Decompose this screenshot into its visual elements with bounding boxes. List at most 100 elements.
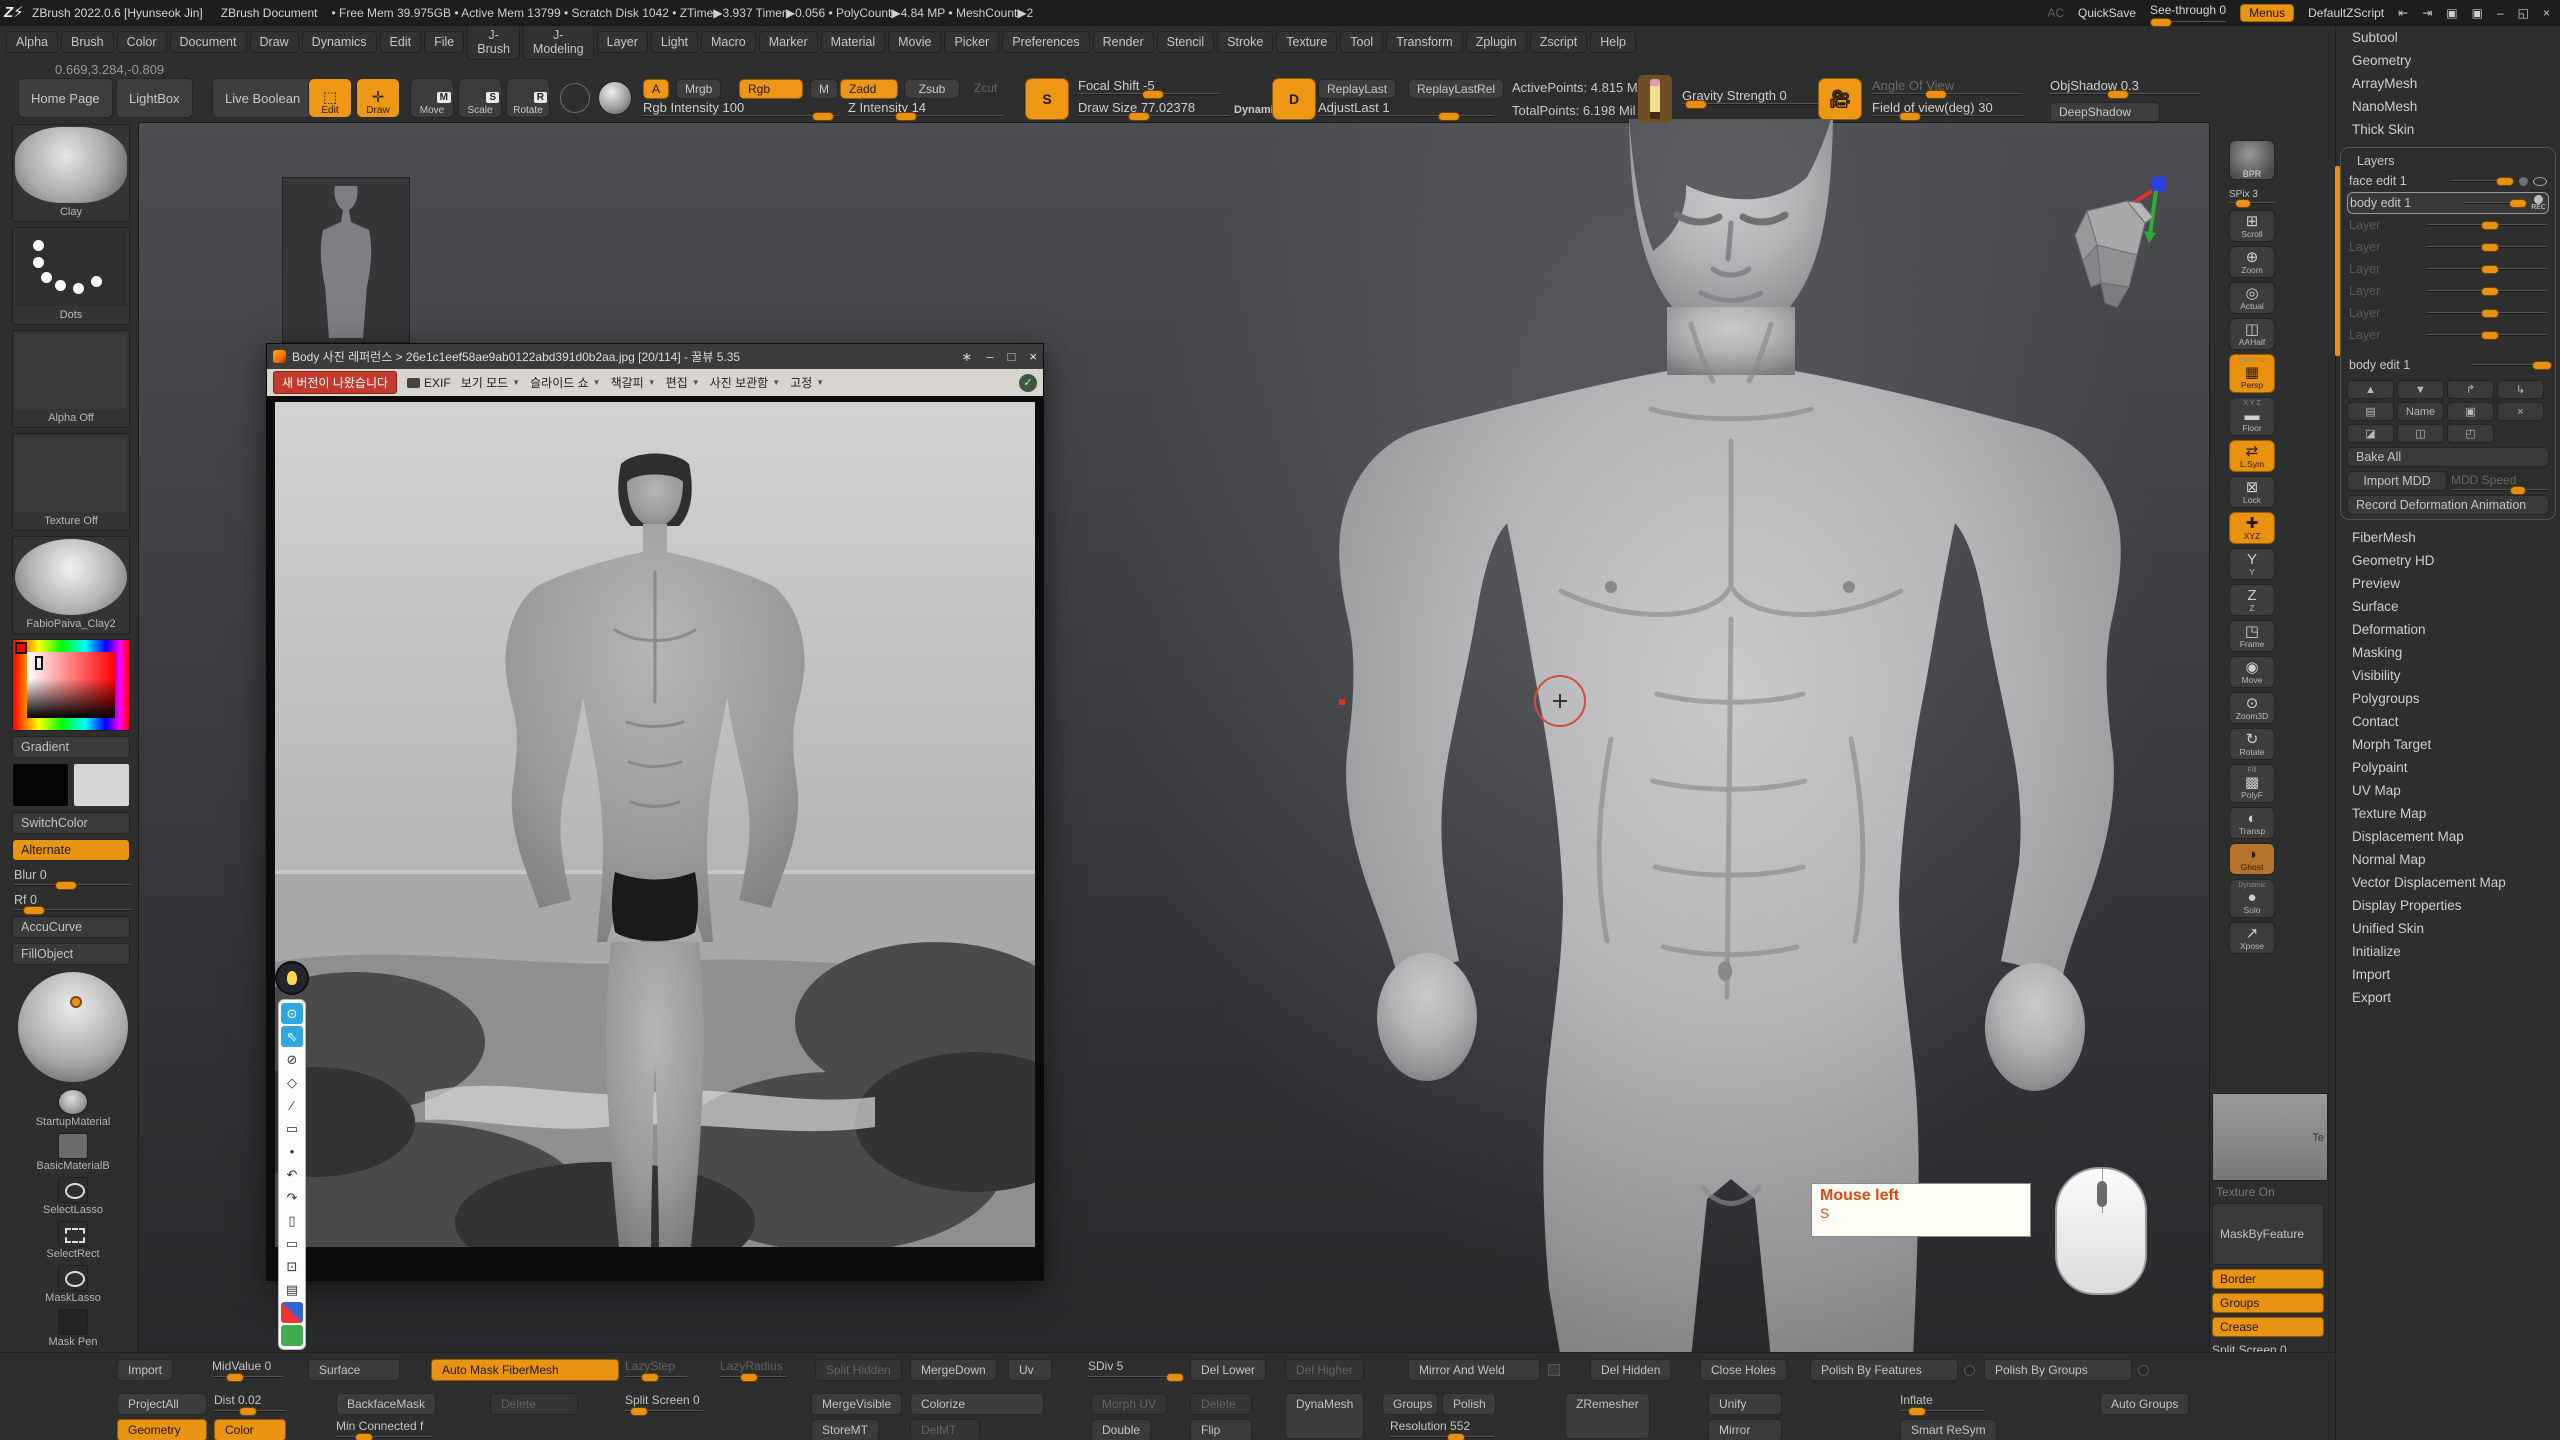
cursor-icon[interactable]: ⇖ xyxy=(281,1026,303,1047)
viewer-pin-icon[interactable]: ∗ xyxy=(961,349,972,365)
replay-last-rel-button[interactable]: ReplayLastRel xyxy=(1408,79,1504,99)
zoom[interactable]: ⊕ Zoom xyxy=(2229,246,2275,278)
texture-thumbnail[interactable]: Te xyxy=(2212,1093,2328,1181)
alpha-off[interactable]: Alpha Off xyxy=(12,330,130,428)
menu-item[interactable]: Layer xyxy=(597,31,648,53)
bpr-render-button[interactable]: BPR xyxy=(2229,140,2275,180)
tool-panel-section[interactable]: Deformation xyxy=(2336,618,2560,641)
image-viewer-window[interactable]: Body 사진 레퍼런스 > 26e1c1eef58ae9ab0122abd39… xyxy=(266,343,1044,1281)
viewer-titlebar[interactable]: Body 사진 레퍼런스 > 26e1c1eef58ae9ab0122abd39… xyxy=(267,344,1043,369)
tool-panel-section[interactable]: Polygroups xyxy=(2336,687,2560,710)
screenshot-camera-icon[interactable]: ⊡ xyxy=(281,1256,303,1277)
import[interactable]: Import xyxy=(117,1359,173,1381)
menu-item[interactable]: Help xyxy=(1590,31,1636,53)
tool-panel-section[interactable]: Preview xyxy=(2336,572,2560,595)
mergedown[interactable]: MergeDown xyxy=(910,1359,997,1381)
dots[interactable]: Dots xyxy=(12,227,130,325)
default-zscript-button[interactable]: DefaultZScript xyxy=(2308,6,2384,20)
menu-item[interactable]: Texture xyxy=(1276,31,1337,53)
layer-mode-icon[interactable] xyxy=(2519,177,2528,186)
actual[interactable]: ◎ Actual xyxy=(2229,282,2275,314)
tool-panel-section[interactable]: ArrayMesh xyxy=(2336,72,2560,95)
tool-panel-section[interactable]: Geometry xyxy=(2336,49,2560,72)
zoom3d[interactable]: ⊙ Zoom3D xyxy=(2229,692,2275,724)
lazystep[interactable]: LazyStep xyxy=(625,1359,687,1378)
tool-panel-section[interactable]: NanoMesh xyxy=(2336,95,2560,118)
layer-row-face[interactable]: face edit 1 xyxy=(2347,170,2549,192)
redo-icon[interactable]: ↷ xyxy=(281,1187,303,1208)
menu-item[interactable]: J-Brush xyxy=(467,24,520,60)
delete[interactable]: Delete xyxy=(1190,1393,1252,1415)
menu-item[interactable]: File xyxy=(424,31,464,53)
edit-mode-button[interactable]: ⬚Edit xyxy=(308,78,352,118)
current-material-icon[interactable] xyxy=(598,81,632,115)
tool-panel-section[interactable]: Unified Skin xyxy=(2336,917,2560,940)
startupmaterial[interactable]: StartupMaterial xyxy=(12,1089,134,1128)
crease-button[interactable]: Crease xyxy=(2212,1317,2324,1337)
m-button[interactable]: M xyxy=(810,79,838,99)
import-mdd-button[interactable]: Import MDD xyxy=(2347,471,2447,491)
transp[interactable]: ◐ Transp xyxy=(2229,807,2275,839)
layer-delete-button[interactable]: × xyxy=(2497,402,2544,421)
close-holes[interactable]: Close Holes xyxy=(1700,1359,1787,1381)
see-through-slider[interactable]: See-through 0 xyxy=(2150,3,2226,23)
menu-item[interactable]: Zscript xyxy=(1530,31,1588,53)
eye-icon[interactable]: ⊙ xyxy=(281,1003,303,1024)
polish[interactable]: Polish xyxy=(1442,1393,1496,1415)
gravity-strength-slider[interactable]: Gravity Strength 0 xyxy=(1682,88,1832,105)
bake-all-button[interactable]: Bake All xyxy=(2347,447,2549,467)
tool-panel-section[interactable]: FiberMesh xyxy=(2336,526,2560,549)
tool-panel-section[interactable]: Masking xyxy=(2336,641,2560,664)
camera-icon[interactable]: 🎥︎ xyxy=(1818,78,1862,120)
viewer-menu-item[interactable]: 사진 보관함▼ xyxy=(710,374,780,391)
layer-duplicate-button[interactable]: ▣ xyxy=(2447,402,2494,421)
solo[interactable]: Dynamic ● Solo xyxy=(2229,879,2275,918)
rotate-mode-button[interactable]: RRotate xyxy=(506,78,550,118)
primary-color-swatch[interactable] xyxy=(12,763,69,807)
pencil-icon[interactable]: ∕ xyxy=(281,1095,303,1116)
material-preview-sphere[interactable] xyxy=(18,972,128,1082)
spix-slider[interactable]: SPix 3 xyxy=(2229,184,2275,204)
close-button[interactable]: × xyxy=(2543,6,2550,20)
viewer-minimize-button[interactable]: – xyxy=(986,349,993,365)
tool-panel-section[interactable]: Subtool xyxy=(2336,26,2560,49)
xyz[interactable]: ✚ XYZ xyxy=(2229,512,2275,544)
dist-0-02[interactable]: Dist 0.02 xyxy=(214,1393,286,1412)
menu-item[interactable]: Draw xyxy=(250,31,299,53)
window-layout2-icon[interactable]: ▣ xyxy=(2472,6,2483,20)
viewer-menu-item[interactable]: 보기 모드▼ xyxy=(461,374,520,391)
zadd-button[interactable]: Zadd xyxy=(840,79,898,99)
gradient-button[interactable]: Gradient xyxy=(12,736,130,758)
tool-panel-section[interactable]: Import xyxy=(2336,963,2560,986)
undo-icon[interactable]: ↶ xyxy=(281,1164,303,1185)
layer-down-button[interactable]: ▼ xyxy=(2397,380,2444,399)
dynamic-draw-d-icon[interactable]: D xyxy=(1272,78,1316,120)
layer-row-empty[interactable]: Layer xyxy=(2347,280,2549,302)
restore-button[interactable]: ◱ xyxy=(2518,6,2529,20)
projectall[interactable]: ProjectAll xyxy=(117,1393,207,1415)
unify[interactable]: Unify xyxy=(1708,1393,1782,1415)
mask-by-feature-button[interactable]: MaskByFeature xyxy=(2212,1203,2324,1265)
inflate[interactable]: Inflate xyxy=(1900,1393,1984,1412)
delmt[interactable]: DelMT xyxy=(910,1419,980,1440)
polish-by-features[interactable]: Polish By Features xyxy=(1810,1359,1958,1381)
tool-panel-section[interactable]: Vector Displacement Map xyxy=(2336,871,2560,894)
layer-merge-button[interactable]: ◪ xyxy=(2347,424,2394,443)
viewer-exif-button[interactable]: EXIF xyxy=(407,376,451,390)
paint-a-button[interactable]: A xyxy=(643,79,669,99)
colorize[interactable]: Colorize xyxy=(910,1393,1044,1415)
tool-panel-section[interactable]: Thick Skin xyxy=(2336,118,2560,141)
menu-item[interactable]: Alpha xyxy=(6,31,58,53)
layer-branch-button[interactable]: ↳ xyxy=(2497,380,2544,399)
menu-item[interactable]: Color xyxy=(117,31,167,53)
color-picker[interactable] xyxy=(12,639,130,731)
viewer-update-button[interactable]: 새 버전이 나왔습니다 xyxy=(273,371,397,394)
lock[interactable]: ⊠ Lock xyxy=(2229,476,2275,508)
ruler-icon[interactable]: ▭ xyxy=(281,1118,303,1139)
live-boolean-button[interactable]: Live Boolean xyxy=(212,78,313,118)
blur-slider[interactable]: Blur 0 xyxy=(12,866,134,886)
del-higher[interactable]: Del Higher xyxy=(1285,1359,1364,1381)
auto-groups[interactable]: Auto Groups xyxy=(2100,1393,2189,1415)
texture-on-label[interactable]: Texture On xyxy=(2212,1185,2332,1199)
menu-item[interactable]: Movie xyxy=(888,31,941,53)
